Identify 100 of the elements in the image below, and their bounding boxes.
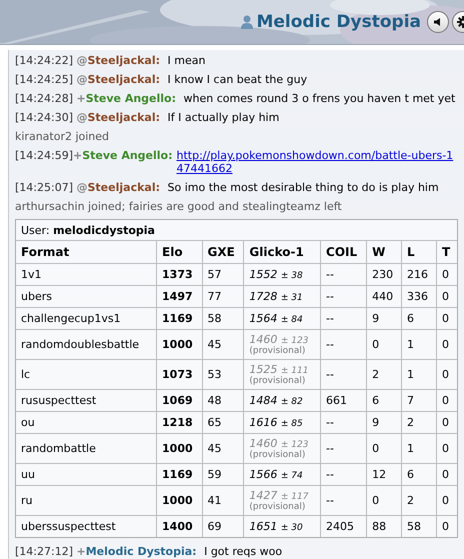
coil-cell: -- [320,330,367,360]
wins-cell: 0 [366,486,402,516]
message-text: I know I can beat the guy [168,73,308,86]
coil-cell: -- [320,464,367,486]
message-text: I mean [168,54,206,67]
message-text: If I actually play him [168,111,280,124]
glicko-cell: 1728 ± 31 [244,286,321,308]
glicko-cell: 1616 ± 85 [244,412,321,434]
column-header: COIL [320,240,367,264]
glicko-cell: 1566 ± 74 [244,464,321,486]
wins-cell: 9 [366,412,402,434]
glicko-cell: 1484 ± 82 [244,390,321,412]
gxe-cell: 45 [202,330,244,360]
elo-cell: 1073 [156,360,202,390]
wins-cell: 9 [366,308,402,330]
username[interactable]: @Steeljackal: [76,181,160,194]
glicko-cell: 1525 ± 111 (provisional) [244,360,321,390]
coil-cell: -- [320,486,367,516]
wins-cell: 2 [366,360,402,390]
gxe-cell: 41 [202,486,244,516]
user-label: User: [21,224,50,237]
glicko-cell: 1564 ± 84 [244,308,321,330]
format-cell: 1v1 [16,264,157,286]
coil-cell: -- [320,434,367,464]
system-message: arthursachin joined; fairies are good and stealingteamz left [15,200,343,213]
ties-cell: 0 [436,516,457,537]
username[interactable]: @Steeljackal: [76,111,160,124]
coil-cell: -- [320,286,367,308]
username[interactable]: @Steeljackal: [76,54,160,67]
elo-cell: 1497 [156,286,202,308]
gxe-cell: 59 [202,464,244,486]
system-message: kiranator2 joined [15,130,110,143]
losses-cell: 2 [402,486,437,516]
losses-cell: 6 [402,464,437,486]
format-cell: challengecup1vs1 [16,308,157,330]
column-header: W [366,240,402,264]
column-header: GXE [202,240,244,264]
losses-cell: 1 [402,360,437,390]
elo-cell: 1169 [156,464,202,486]
format-cell: ru [16,486,157,516]
elo-cell: 1373 [156,264,202,286]
coil-cell: 661 [320,390,367,412]
user-icon [241,15,254,29]
column-header: Format [16,240,157,264]
losses-cell: 2 [402,412,437,434]
losses-cell: 336 [402,286,437,308]
gxe-cell: 58 [202,308,244,330]
format-cell: randomdoublesbattle [16,330,157,360]
losses-cell: 216 [402,264,437,286]
username[interactable]: +Melodic Dystopia: [76,545,197,558]
gxe-cell: 57 [202,264,244,286]
username[interactable]: +Steve Angello: [73,149,172,162]
message-text: I got reqs woo [204,545,282,558]
wins-cell: 230 [366,264,402,286]
wins-cell: 0 [366,330,402,360]
gxe-cell: 77 [202,286,244,308]
losses-cell: 1 [402,330,437,360]
elo-cell: 1218 [156,412,202,434]
format-cell: rususpecttest [16,390,157,412]
wins-cell: 440 [366,286,402,308]
timestamp: [14:24:22] [15,54,73,67]
losses-cell: 7 [402,390,437,412]
timestamp: [14:24:30] [15,111,73,124]
elo-cell: 1000 [156,434,202,464]
gxe-cell: 48 [202,390,244,412]
username[interactable]: @Steeljackal: [76,73,160,86]
losses-cell: 6 [402,308,437,330]
format-cell: ou [16,412,157,434]
coil-cell: -- [320,412,367,434]
glicko-cell: 1552 ± 38 [244,264,321,286]
format-cell: uberssuspecttest [16,516,157,537]
elo-cell: 1000 [156,486,202,516]
timestamp: [14:25:07] [15,181,73,194]
elo-cell: 1169 [156,308,202,330]
wins-cell: 6 [366,390,402,412]
speaker-icon [433,17,443,27]
battle-link[interactable]: http://play.pokemonshowdown.com/battle-ubers-147441662 [176,149,458,175]
message-text: So imo the most desirable thing to do is play him [168,181,439,194]
losses-cell: 1 [402,434,437,464]
column-header: T [436,240,457,264]
gxe-cell: 45 [202,434,244,464]
gxe-cell: 65 [202,412,244,434]
elo-cell: 1000 [156,330,202,360]
timestamp: [14:24:28] [15,92,73,105]
glicko-cell: 1460 ± 123 (provisional) [244,330,321,360]
coil-cell: -- [320,360,367,390]
format-cell: uu [16,464,157,486]
column-header: L [402,240,437,264]
username[interactable]: +Steve Angello: [76,92,176,105]
elo-cell: 1069 [156,390,202,412]
format-cell: ubers [16,286,157,308]
coil-cell: -- [320,264,367,286]
timestamp: [14:24:59] [15,149,73,162]
coil-cell: -- [320,308,367,330]
timestamp: [14:24:25] [15,73,73,86]
message-text: when comes round 3 o frens you haven t met yet [184,92,456,105]
timestamp: [14:27:12] [15,545,73,558]
ladder-username: melodicdystopia [53,224,155,237]
column-header: Elo [156,240,202,264]
gxe-cell: 53 [202,360,244,390]
